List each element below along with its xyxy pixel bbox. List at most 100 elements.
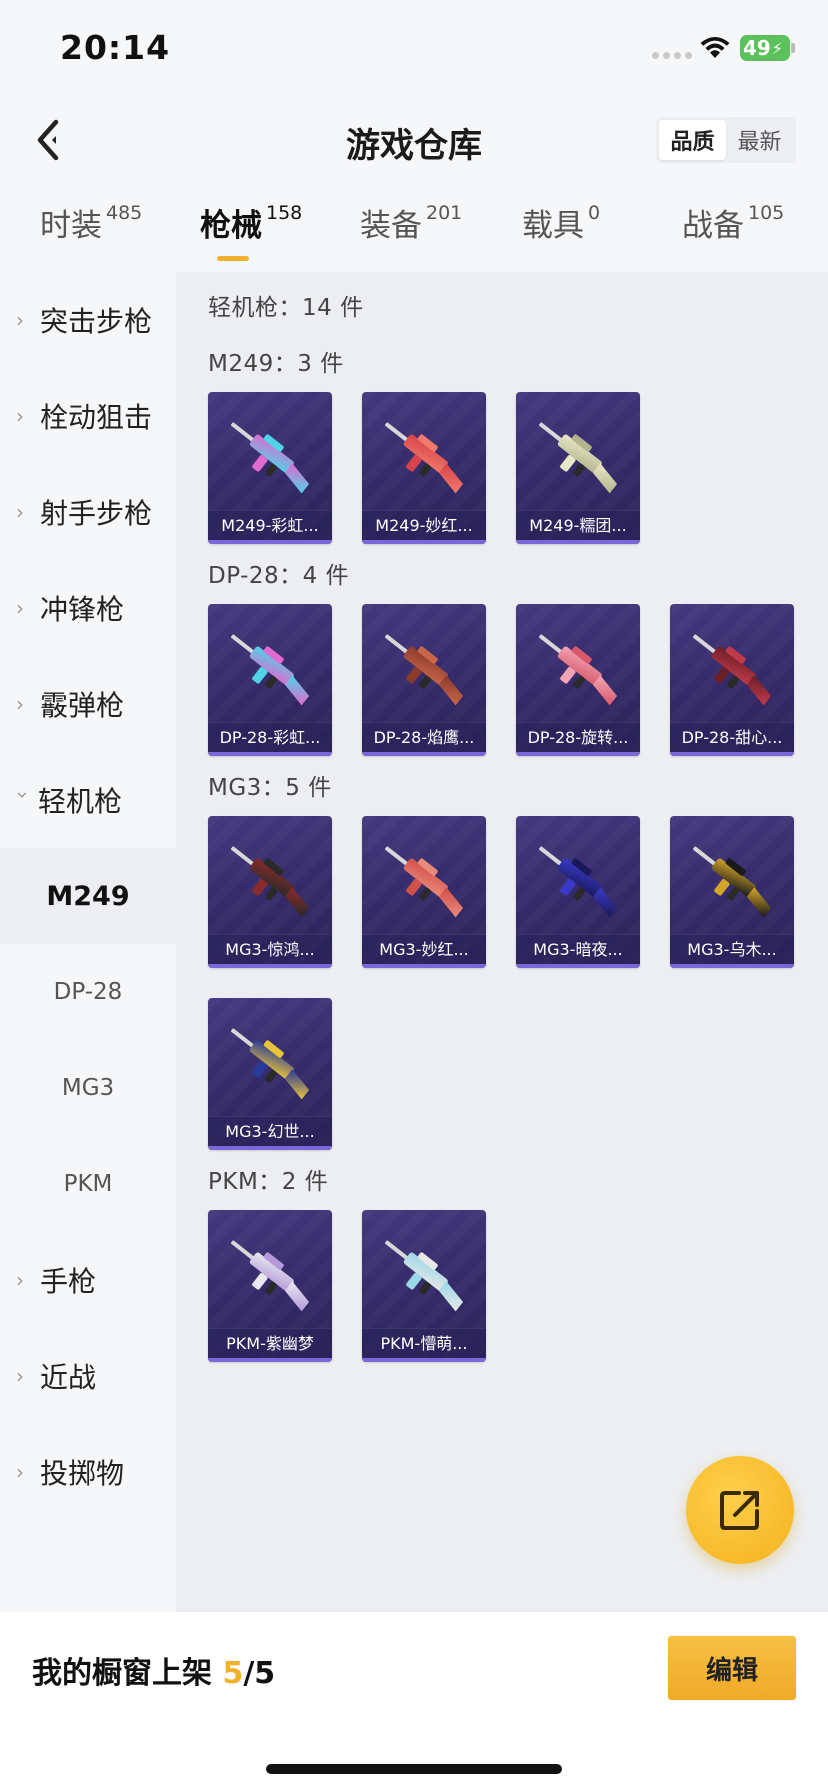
sidebar-item-shotgun[interactable]: › 霰弹枪	[0, 656, 176, 752]
tab-equipment[interactable]: 装备 201	[360, 200, 462, 245]
sidebar-item-melee[interactable]: › 近战	[0, 1328, 176, 1424]
tab-tactical[interactable]: 战备 105	[682, 200, 784, 245]
skin-name: M249-彩虹...	[208, 510, 332, 540]
skin-card[interactable]: DP-28-焰鹰...	[362, 604, 486, 756]
edit-button[interactable]: 编辑	[668, 1636, 796, 1700]
sidebar-item-label: 轻机枪	[38, 785, 123, 818]
skin-name: MG3-乌木...	[670, 934, 794, 964]
home-indicator	[266, 1764, 562, 1774]
skin-card[interactable]: PKM-紫幽梦	[208, 1210, 332, 1362]
skin-card[interactable]: M249-彩虹...	[208, 392, 332, 544]
sidebar-item-smg[interactable]: › 冲锋枪	[0, 560, 176, 656]
skin-name: DP-28-焰鹰...	[362, 722, 486, 752]
sidebar-item-label: 霰弹枪	[40, 689, 125, 722]
battery-icon: 49 ⚡	[740, 35, 790, 61]
active-tab-indicator	[217, 256, 249, 261]
chevron-right-icon: ›	[16, 1364, 24, 1388]
category-tabs: 时装 485 枪械 158 装备 201 载具 0 战备 105	[0, 200, 828, 261]
skin-card[interactable]: PKM-懵萌...	[362, 1210, 486, 1362]
skin-name: DP-28-彩虹...	[208, 722, 332, 752]
skin-card[interactable]: MG3-暗夜...	[516, 816, 640, 968]
weapon-skin-image	[385, 422, 464, 494]
skin-name: MG3-妙红...	[362, 934, 486, 964]
chevron-right-icon: ›	[16, 404, 24, 428]
skin-card[interactable]: DP-28-甜心...	[670, 604, 794, 756]
sidebar-item-throwables[interactable]: › 投掷物	[0, 1424, 176, 1520]
chevron-down-icon: ›	[11, 791, 35, 799]
category-sidebar: › 突击步枪 › 栓动狙击 › 射手步枪 › 冲锋枪 › 霰弹枪 › 轻机枪 M…	[0, 272, 176, 1612]
chevron-right-icon: ›	[16, 308, 24, 332]
sidebar-item-label: 突击步枪	[40, 305, 153, 338]
weapon-skin-image	[231, 1240, 310, 1312]
skin-name: PKM-紫幽梦	[208, 1328, 332, 1358]
weapon-skin-image	[539, 846, 618, 918]
group-title-mg3: MG3：5 件	[208, 775, 332, 801]
tab-vehicles[interactable]: 载具 0	[522, 200, 600, 245]
group-title-dp28: DP-28：4 件	[208, 563, 350, 589]
sidebar-item-label: 近战	[40, 1361, 97, 1394]
group-title-m249: M249：3 件	[208, 351, 344, 377]
sort-by-newest-button[interactable]: 最新	[726, 120, 793, 160]
sidebar-item-marksman-rifle[interactable]: › 射手步枪	[0, 464, 176, 560]
skin-name: PKM-懵萌...	[362, 1328, 486, 1358]
tab-count: 0	[588, 202, 601, 224]
tab-count: 485	[106, 202, 143, 224]
skin-card[interactable]: MG3-乌木...	[670, 816, 794, 968]
skin-card[interactable]: MG3-妙红...	[362, 816, 486, 968]
tab-label: 战备	[682, 208, 744, 244]
showcase-total: /5	[243, 1656, 276, 1691]
weapon-skin-image	[539, 634, 618, 706]
chevron-right-icon: ›	[16, 500, 24, 524]
cellular-signal-icon	[652, 52, 692, 59]
sidebar-subitem-pkm[interactable]: PKM	[0, 1136, 176, 1232]
skin-card[interactable]: DP-28-彩虹...	[208, 604, 332, 756]
weapon-skin-image	[539, 422, 618, 494]
skin-name: DP-28-旋转...	[516, 722, 640, 752]
sidebar-item-label: 手枪	[40, 1265, 97, 1298]
skin-card[interactable]: M249-妙红...	[362, 392, 486, 544]
tab-count: 105	[748, 202, 785, 224]
item-grid-panel: 轻机枪：14 件 M249：3 件 M249-彩虹... M249-妙红... …	[176, 272, 828, 1612]
share-button[interactable]	[686, 1456, 794, 1564]
sidebar-subitem-m249[interactable]: M249	[0, 848, 176, 944]
weapon-skin-image	[231, 846, 310, 918]
sort-toggle: 品质 最新	[656, 117, 796, 163]
battery-tip	[791, 43, 795, 53]
chevron-right-icon: ›	[16, 692, 24, 716]
skin-card[interactable]: DP-28-旋转...	[516, 604, 640, 756]
bottom-bar: 我的橱窗上架 5/5 编辑	[0, 1612, 828, 1792]
sidebar-item-label: 栓动狙击	[40, 401, 153, 434]
share-export-icon	[720, 1491, 759, 1530]
sidebar-item-bolt-sniper[interactable]: › 栓动狙击	[0, 368, 176, 464]
tab-label: 载具	[522, 208, 584, 244]
tab-label: 枪械	[200, 208, 262, 244]
skin-card[interactable]: MG3-惊鸿...	[208, 816, 332, 968]
sidebar-item-assault-rifle[interactable]: › 突击步枪	[0, 272, 176, 368]
skin-name: MG3-暗夜...	[516, 934, 640, 964]
status-bar: 20:14 49 ⚡	[0, 0, 828, 100]
sidebar-subitem-mg3[interactable]: MG3	[0, 1040, 176, 1136]
weapon-skin-image	[385, 846, 464, 918]
tab-firearms[interactable]: 枪械 158	[200, 200, 302, 245]
sidebar-item-lmg[interactable]: › 轻机枪	[0, 752, 176, 848]
weapon-skin-image	[231, 422, 310, 494]
category-summary: 轻机枪：14 件	[208, 295, 364, 321]
tab-fashion[interactable]: 时装 485	[40, 200, 142, 245]
sort-by-quality-button[interactable]: 品质	[659, 120, 726, 160]
weapon-skin-image	[693, 634, 772, 706]
showcase-status: 我的橱窗上架 5/5	[32, 1648, 275, 1692]
chevron-right-icon: ›	[16, 596, 24, 620]
weapon-skin-image	[231, 1028, 310, 1100]
sidebar-subitem-dp28[interactable]: DP-28	[0, 944, 176, 1040]
skin-name: M249-糯团...	[516, 510, 640, 540]
skin-name: MG3-惊鸿...	[208, 934, 332, 964]
skin-name: DP-28-甜心...	[670, 722, 794, 752]
skin-card[interactable]: MG3-幻世...	[208, 998, 332, 1150]
sidebar-item-label: 冲锋枪	[40, 593, 125, 626]
showcase-current: 5	[222, 1656, 244, 1691]
tab-label: 时装	[40, 208, 102, 244]
sidebar-item-pistol[interactable]: › 手枪	[0, 1232, 176, 1328]
tab-label: 装备	[360, 208, 422, 244]
skin-card[interactable]: M249-糯团...	[516, 392, 640, 544]
battery-level: 49	[742, 36, 771, 60]
